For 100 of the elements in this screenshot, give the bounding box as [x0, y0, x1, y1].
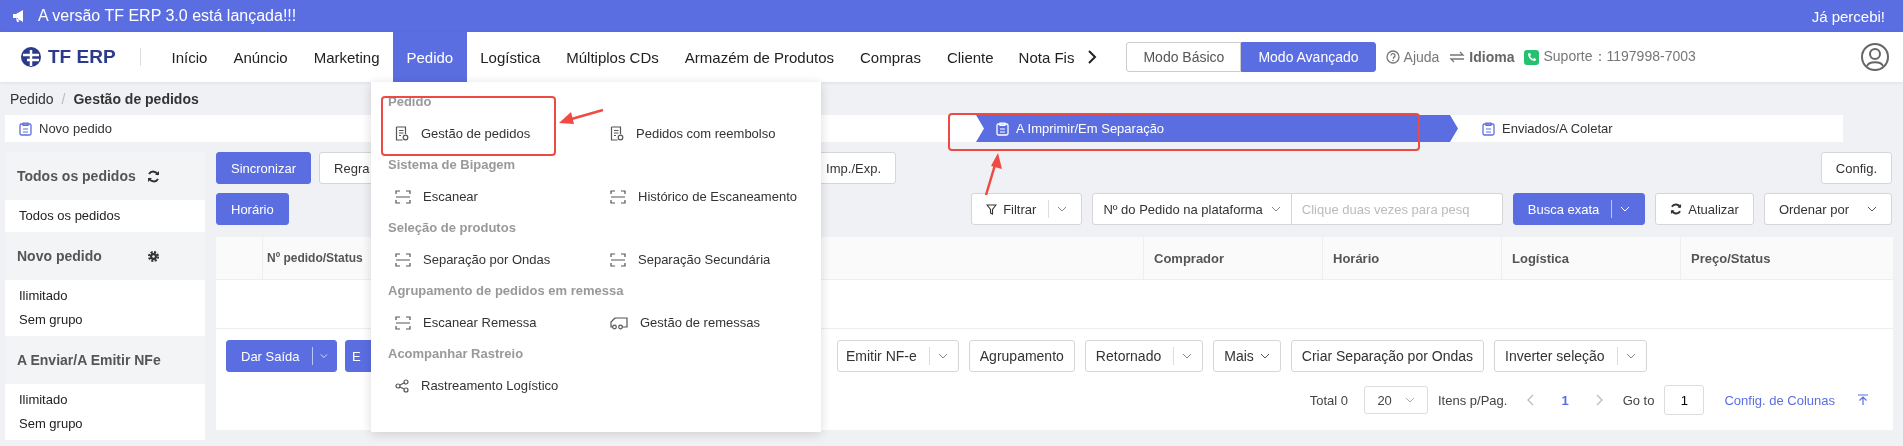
- nav-item[interactable]: Logística: [467, 32, 554, 82]
- clipboard-icon: [19, 121, 32, 136]
- phone-icon: [1524, 49, 1540, 65]
- nav-item[interactable]: Múltiplos CDs: [553, 32, 672, 82]
- menu-item[interactable]: Histórico de Escaneamento: [638, 189, 797, 204]
- clipboard-icon: [996, 121, 1009, 136]
- sort-dropdown[interactable]: Ordenar por: [1763, 193, 1892, 225]
- go-to-field[interactable]: 1: [1664, 385, 1705, 415]
- menu-item[interactable]: Gestão de remessas: [640, 315, 760, 330]
- sidebar-item[interactable]: Sem grupo: [5, 308, 205, 332]
- action-button[interactable]: Inverter seleção: [1494, 340, 1647, 372]
- filter-icon: [986, 203, 998, 215]
- total-count: Total 0: [1309, 392, 1348, 408]
- caret-icon: [320, 353, 328, 359]
- caret-icon: [1259, 353, 1270, 359]
- chevron-right-icon[interactable]: [1086, 49, 1099, 65]
- page-size-select[interactable]: 20: [1364, 386, 1428, 414]
- sidebar-item[interactable]: Ilimitado: [5, 284, 205, 308]
- status-step[interactable]: A Imprimir/Em Separação: [976, 115, 1458, 142]
- share-icon: [395, 378, 409, 393]
- page-number[interactable]: 1: [1555, 391, 1575, 409]
- breadcrumb-current: Gestão de pedidos: [73, 90, 199, 107]
- caret-icon: [1867, 206, 1877, 212]
- nav-item[interactable]: Anúncio: [220, 32, 301, 82]
- action-button[interactable]: Mais: [1213, 340, 1281, 372]
- menu-item[interactable]: Gestão de pedidos: [421, 126, 531, 141]
- document-icon: [610, 126, 624, 141]
- nav-item[interactable]: Compras: [847, 32, 934, 82]
- menu-section-title: Agrupamento de pedidos em remessa: [388, 282, 625, 300]
- action-button[interactable]: Agrupamento: [968, 340, 1075, 372]
- nav-item[interactable]: Cliente: [933, 32, 1007, 82]
- search-field[interactable]: Clique duas vezes para pesq: [1291, 193, 1503, 225]
- refresh-button[interactable]: Atualizar: [1655, 193, 1754, 225]
- mode-toggle[interactable]: Modo Avançado: [1241, 42, 1376, 72]
- menu-section-title: Sistema de Bipagem: [388, 156, 517, 174]
- nav-item[interactable]: Armazém de Produtos: [671, 32, 848, 82]
- scan-icon: [395, 252, 411, 267]
- column-header: Horário: [1322, 237, 1501, 279]
- menu-section-title: Seleção de produtos: [388, 219, 517, 237]
- breadcrumb-separator: /: [61, 90, 66, 107]
- menu-item[interactable]: Escanear: [423, 189, 478, 204]
- action-button[interactable]: Retornado: [1084, 340, 1204, 372]
- sidebar-item[interactable]: Todos os pedidos: [5, 204, 205, 228]
- menu-item[interactable]: Separação Secundária: [638, 252, 771, 267]
- document-icon: [395, 126, 409, 141]
- sidebar-group-header[interactable]: Todos os pedidos: [5, 152, 205, 200]
- sidebar-group-header[interactable]: A Enviar/A Emitir NFe: [5, 336, 205, 384]
- exact-search-button[interactable]: Busca exata: [1512, 193, 1646, 225]
- mode-toggle[interactable]: Modo Básico: [1126, 42, 1242, 72]
- search-field-select[interactable]: Nº do Pedido na plataforma: [1092, 193, 1292, 225]
- clipboard-icon: [1482, 121, 1495, 136]
- column-settings-link[interactable]: Config. de Colunas: [1724, 392, 1835, 408]
- refresh-icon: [1670, 203, 1683, 215]
- column-header: Logística: [1501, 237, 1680, 279]
- caret-icon: [1404, 397, 1415, 403]
- scan-icon: [610, 252, 626, 267]
- language-link[interactable]: Idioma: [1469, 49, 1515, 65]
- collapse-icon[interactable]: [1857, 394, 1869, 406]
- dispatch-button[interactable]: Dar Saída: [226, 340, 337, 372]
- sync-button[interactable]: Sincronizar: [216, 152, 312, 184]
- banner-text: A versão TF ERP 3.0 está lançada!!!: [38, 7, 297, 25]
- annotation-arrow: [558, 108, 604, 126]
- avatar-icon[interactable]: [1861, 43, 1889, 71]
- truck-icon: [610, 315, 628, 330]
- caret-icon: [937, 353, 948, 359]
- nav-item[interactable]: Marketing: [300, 32, 393, 82]
- menu-section-title: Acompanhar Rastreio: [388, 345, 525, 363]
- time-button[interactable]: Horário: [216, 193, 289, 225]
- nav-item[interactable]: Pedido: [392, 32, 468, 82]
- go-to-label: Go to: [1622, 392, 1655, 408]
- page-size-label: Itens p/Pag.: [1438, 392, 1508, 408]
- settings-icon[interactable]: [147, 249, 160, 263]
- breadcrumb-link[interactable]: Pedido: [10, 90, 54, 107]
- logo-text: TF ERP: [48, 46, 116, 68]
- sidebar-group-header[interactable]: Novo pedido: [5, 232, 205, 280]
- filter-button[interactable]: Filtrar: [971, 193, 1083, 225]
- dismiss-link[interactable]: Já percebi!: [1811, 7, 1885, 25]
- action-button[interactable]: Criar Separação por Ondas: [1290, 340, 1484, 372]
- scan-icon: [395, 189, 411, 204]
- column-header: Preço/Status: [1680, 237, 1893, 279]
- sidebar-item[interactable]: Ilimitado: [5, 388, 205, 412]
- menu-item[interactable]: Pedidos com reembolso: [636, 126, 776, 141]
- caret-icon: [1625, 353, 1636, 359]
- scan-icon: [610, 189, 626, 204]
- nav-item[interactable]: Início: [158, 32, 221, 82]
- sidebar-item[interactable]: Sem grupo: [5, 412, 205, 436]
- menu-item[interactable]: Rastreamento Logístico: [421, 378, 559, 393]
- action-button[interactable]: Emitir NF-e: [837, 340, 959, 372]
- refresh-icon[interactable]: [147, 169, 160, 183]
- logo-icon: [20, 46, 42, 68]
- scan-icon: [395, 315, 411, 330]
- nav-item[interactable]: Nota Fis: [1006, 32, 1075, 82]
- caret-icon: [1270, 206, 1281, 212]
- annotation-arrow: [983, 152, 1003, 196]
- status-step[interactable]: Enviados/A Coletar: [1468, 115, 1627, 142]
- support-text: Suporte：1197998-7003: [1543, 48, 1696, 66]
- menu-item[interactable]: Separação por Ondas: [423, 252, 551, 267]
- config-button[interactable]: Config.: [1820, 152, 1892, 184]
- help-link[interactable]: Ajuda: [1403, 49, 1440, 65]
- menu-item[interactable]: Escanear Remessa: [423, 315, 537, 330]
